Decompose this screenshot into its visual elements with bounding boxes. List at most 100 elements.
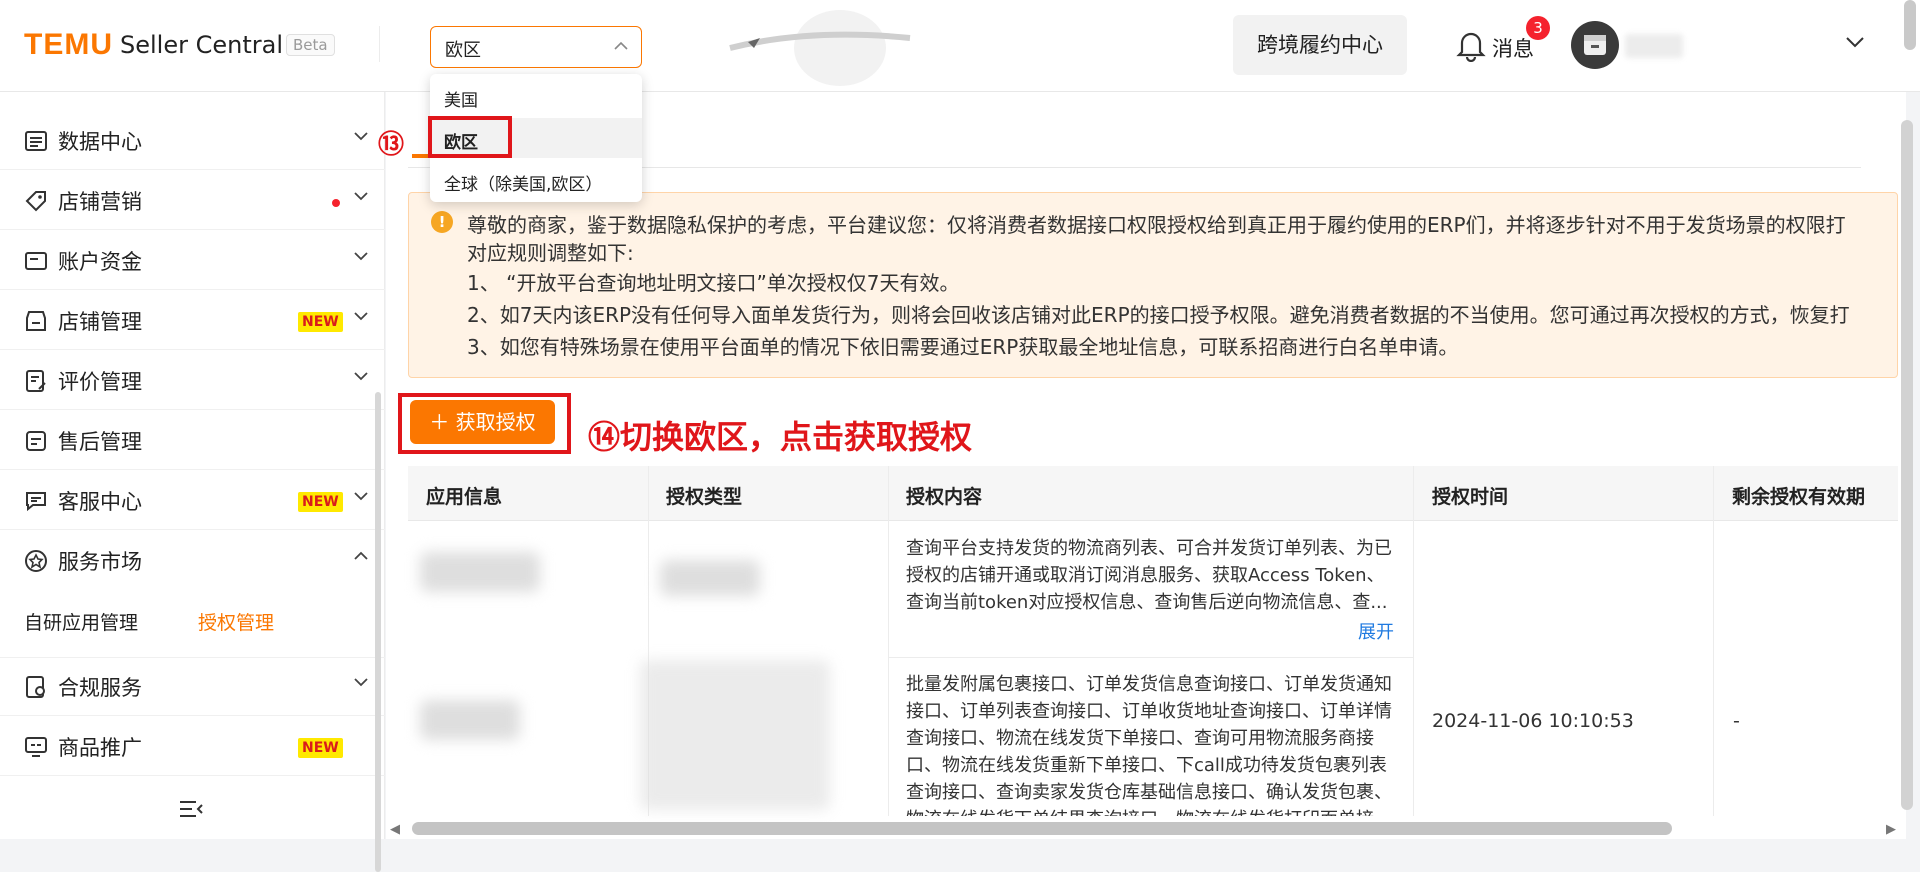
remaining-validity-cell: - xyxy=(1733,710,1740,732)
auth-content-cell: 批量发附属包裹接口、订单发货信息查询接口、订单发货通知 接口、订单列表查询接口、… xyxy=(906,671,1406,816)
chart-list-icon xyxy=(25,131,47,151)
sidebar-item-label: 数据中心 xyxy=(58,130,142,154)
highlight-box-auth-button xyxy=(398,393,571,454)
app-info-blurred xyxy=(420,552,540,592)
chevron-down-icon xyxy=(354,492,368,501)
sidebar-item-label: 合规服务 xyxy=(58,676,142,700)
expand-link[interactable]: 展开 xyxy=(1358,618,1394,644)
scroll-right-arrow-icon[interactable]: ▶ xyxy=(1886,822,1896,837)
auth-content-line: 物流在线发货下单结果查询接口、物流在线发货打印面单接... xyxy=(906,806,1406,816)
notice-line: 对应规则调整如下: xyxy=(467,241,634,265)
username-blurred xyxy=(1625,34,1683,58)
chevron-down-icon xyxy=(354,252,368,261)
column-divider xyxy=(888,466,889,816)
auth-time-cell: 2024-11-06 10:10:53 xyxy=(1432,710,1634,732)
notice-line: 3、如您有特殊场景在使用平台面单的情况下依旧需要通过ERP获取最全地址信息，可联… xyxy=(467,335,1459,359)
sidebar-item-label: 客服中心 xyxy=(58,490,142,514)
bell-icon[interactable] xyxy=(1456,28,1486,62)
compliance-icon xyxy=(26,676,45,698)
sidebar-item-store-management[interactable]: 店铺管理 NEW xyxy=(0,292,385,350)
region-option-global[interactable]: 全球（除美国,欧区） xyxy=(430,160,642,200)
column-header: 剩余授权有效期 xyxy=(1732,486,1866,508)
privacy-notice: ! 尊敬的商家，鉴于数据隐私保护的考虑，平台建议您：仅将消费者数据接口权限授权给… xyxy=(408,192,1898,378)
region-option-us[interactable]: 美国 xyxy=(430,76,642,116)
sidebar-scrollbar[interactable] xyxy=(375,392,381,872)
sidebar-item-label: 售后管理 xyxy=(58,430,142,454)
sidebar-item-store-marketing[interactable]: 店铺营销 xyxy=(0,172,385,230)
auth-content-line: 查询接口、查询卖家发货仓库基础信息接口、确认发货包裹、 xyxy=(906,782,1392,803)
horizontal-scrollbar[interactable] xyxy=(412,822,1672,835)
sidebar-item-data-center[interactable]: 数据中心 xyxy=(0,112,385,170)
new-badge: NEW xyxy=(298,738,343,758)
top-header: TEMU Seller Central Beta 欧区 跨境履约中心 消息 3 xyxy=(0,0,1920,92)
column-header: 授权类型 xyxy=(666,486,743,508)
temu-logo[interactable]: TEMU xyxy=(24,28,113,62)
region-select[interactable]: 欧区 xyxy=(430,26,642,68)
chevron-down-icon xyxy=(354,312,368,321)
auth-content-line: 批量发附属包裹接口、订单发货信息查询接口、订单发货通知 xyxy=(906,674,1392,695)
globe-decoration-icon xyxy=(729,10,911,86)
app-name: Seller Central xyxy=(120,31,283,59)
cross-border-fulfillment-button[interactable]: 跨境履约中心 xyxy=(1233,15,1407,75)
auth-content-line: 查询当前token对应授权信息、查询售后逆向物流信息、查... xyxy=(906,592,1388,613)
sidebar-item-label: 店铺营销 xyxy=(58,190,142,214)
chat-icon xyxy=(26,492,46,512)
notice-line: 1、 “开放平台查询地址明文接口”单次授权仅7天有效。 xyxy=(467,271,960,295)
chevron-down-icon xyxy=(354,132,368,141)
promote-icon xyxy=(25,737,47,757)
auth-content-line: 口、物流在线发货重新下单接口、下call成功待发货包裹列表 xyxy=(906,755,1387,776)
active-tab-indicator xyxy=(412,154,428,158)
sidebar-item-label: 服务市场 xyxy=(58,550,142,574)
chevron-up-icon xyxy=(354,551,368,560)
row-divider xyxy=(888,657,1413,658)
sidebar-subitem-auth-management[interactable]: 授权管理 xyxy=(198,608,274,635)
sidebar: 数据中心 店铺营销 账户资金 店铺管理 NEW 评价管理 售后管理 客服中心 N… xyxy=(0,92,385,872)
step13-annotation: ⑬ xyxy=(378,130,405,160)
service-market-icon xyxy=(25,550,47,572)
sidebar-subitem-self-developed-apps[interactable]: 自研应用管理 xyxy=(24,608,138,635)
collapse-sidebar-icon[interactable] xyxy=(178,798,204,820)
app-info-blurred xyxy=(420,700,520,740)
user-avatar[interactable] xyxy=(1571,21,1619,69)
wallet-icon xyxy=(25,252,47,270)
auth-content-line: 查询接口、物流在线发货下单接口、查询可用物流服务商接 xyxy=(906,728,1374,749)
sidebar-item-account-funds[interactable]: 账户资金 xyxy=(0,232,385,290)
auth-content-line: 接口、订单列表查询接口、订单收货地址查询接口、订单详情 xyxy=(906,701,1392,722)
region-select-value: 欧区 xyxy=(445,40,481,61)
column-divider xyxy=(1413,466,1414,816)
column-header: 应用信息 xyxy=(426,486,503,508)
beta-badge: Beta xyxy=(286,34,335,56)
auth-content-line: 授权的店铺开通或取消订阅消息服务、获取Access Token、 xyxy=(906,565,1385,586)
messages-label[interactable]: 消息 xyxy=(1492,33,1534,63)
chevron-up-icon xyxy=(613,35,629,62)
step14-annotation: ⑭切换欧区，点击获取授权 xyxy=(588,418,973,456)
auth-type-blurred xyxy=(660,560,760,596)
sidebar-item-label: 店铺管理 xyxy=(58,310,142,334)
sidebar-item-service-market[interactable]: 服务市场 xyxy=(0,532,385,590)
table-header: 应用信息 授权类型 授权内容 授权时间 剩余授权有效期 xyxy=(408,466,1898,521)
header-divider xyxy=(379,26,380,62)
sidebar-item-review-management[interactable]: 评价管理 xyxy=(0,352,385,410)
highlight-box-eu-option xyxy=(428,116,512,158)
new-badge: NEW xyxy=(298,492,343,512)
auth-type-blurred xyxy=(640,660,830,810)
scroll-left-arrow-icon[interactable]: ◀ xyxy=(390,822,400,837)
messages-count-badge: 3 xyxy=(1526,16,1550,40)
column-header: 授权时间 xyxy=(1432,486,1509,508)
sidebar-item-customer-service[interactable]: 客服中心 NEW xyxy=(0,472,385,530)
column-header: 授权内容 xyxy=(906,486,983,508)
new-badge: NEW xyxy=(298,312,343,332)
notice-line: 尊敬的商家，鉴于数据隐私保护的考虑，平台建议您：仅将消费者数据接口权限授权给到真… xyxy=(467,213,1846,237)
chevron-down-icon[interactable] xyxy=(1844,31,1866,53)
notification-dot xyxy=(332,199,340,207)
column-divider xyxy=(1713,466,1714,816)
auth-content-line: 查询平台支持发货的物流商列表、可合并发货订单列表、为已 xyxy=(906,538,1392,559)
notice-line: 2、如7天内该ERP没有任何导入面单发货行为，则将会回收该店铺对此ERP的接口授… xyxy=(467,303,1850,327)
review-icon xyxy=(26,370,46,392)
sidebar-item-label: 账户资金 xyxy=(58,250,142,274)
vertical-scrollbar[interactable] xyxy=(1901,120,1913,810)
sidebar-item-after-sales[interactable]: 售后管理 xyxy=(0,412,385,470)
sidebar-item-compliance[interactable]: 合规服务 xyxy=(0,658,385,716)
page-scrollbar-top[interactable] xyxy=(1904,0,1916,50)
sidebar-item-product-promotion[interactable]: 商品推广 NEW xyxy=(0,718,385,776)
